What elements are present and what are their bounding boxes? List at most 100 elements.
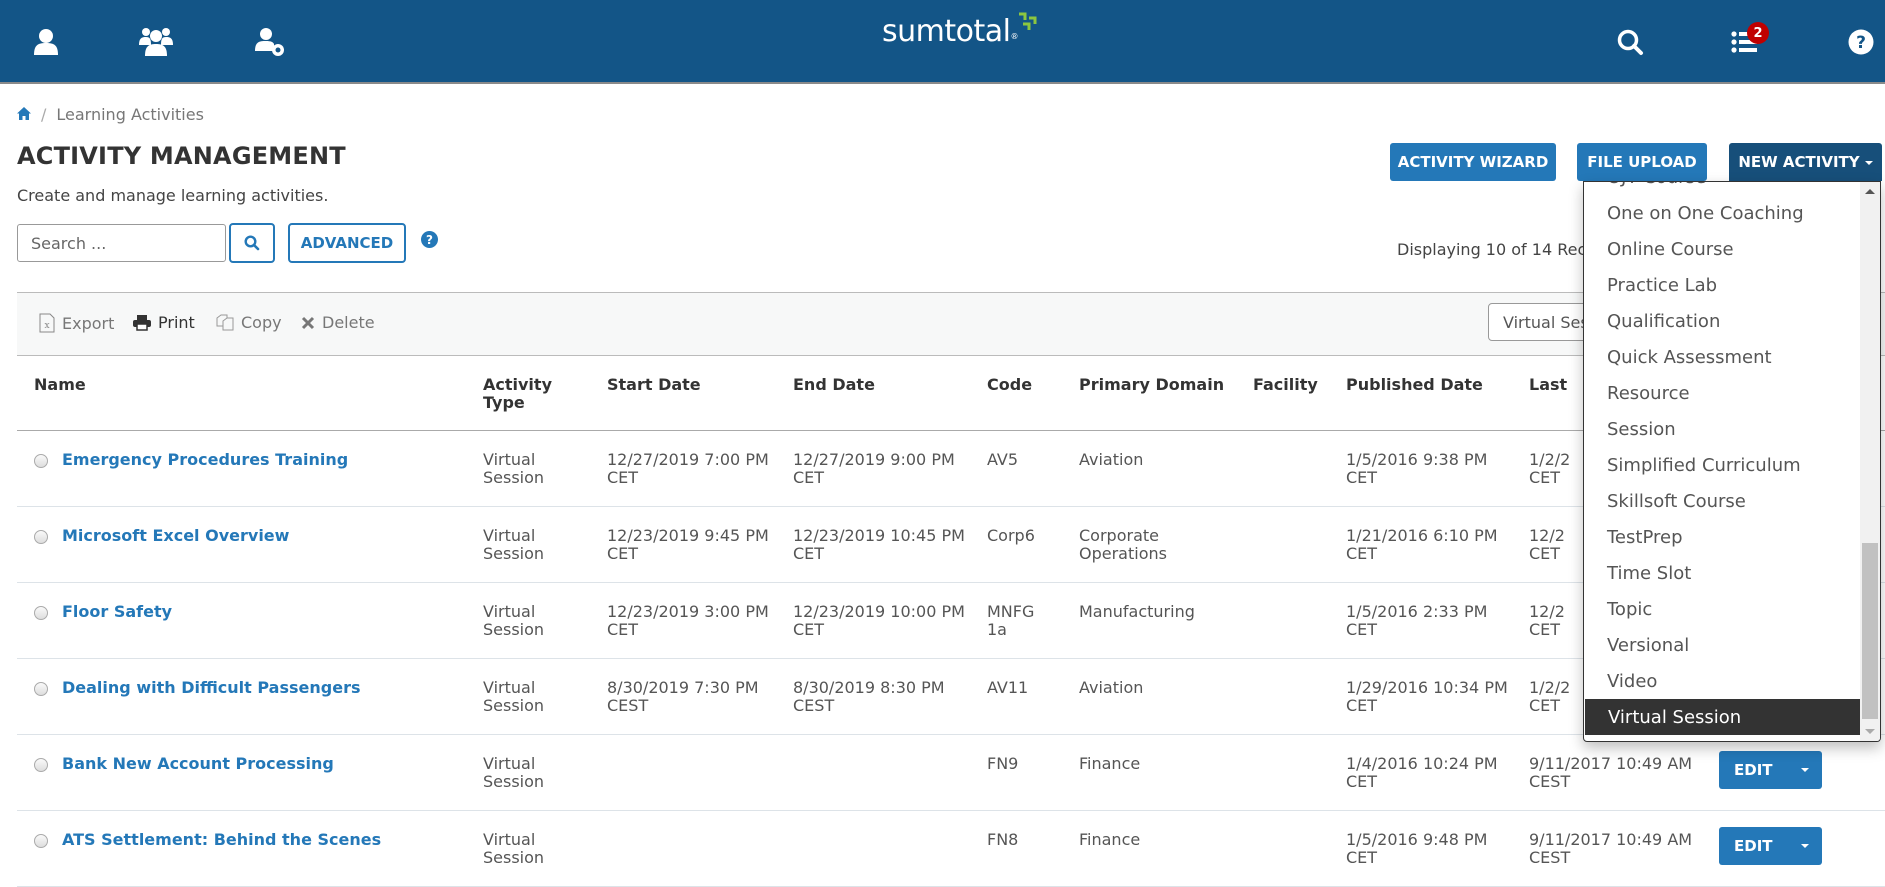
dropdown-list: OJT CourseOne on One CoachingOnline Cour… (1584, 182, 1860, 735)
activity-name-link[interactable]: Bank New Account Processing (62, 754, 334, 773)
cell-text: CET (793, 467, 825, 487)
activity-type-cell: Virtual Session (483, 430, 607, 507)
code-cell: AV11 (987, 658, 1079, 735)
column-header-name[interactable]: Name (17, 358, 483, 431)
published-date-cell: 1/21/2016 6:10 PM CET (1346, 506, 1529, 583)
scroll-up-arrow-icon[interactable] (1865, 189, 1875, 194)
cell-text: CEST (1529, 771, 1571, 791)
edit-button[interactable]: EDIT (1719, 751, 1788, 789)
cell-text: Aviation (1079, 449, 1144, 469)
edit-button[interactable]: EDIT (1719, 827, 1788, 865)
primary-domain-cell: Corporate Operations (1079, 506, 1253, 583)
dropdown-option[interactable]: Skillsoft Course (1584, 483, 1860, 519)
dropdown-scrollbar[interactable] (1860, 182, 1880, 741)
row-select-radio[interactable] (34, 833, 48, 848)
activity-wizard-button[interactable]: ACTIVITY WIZARD (1390, 143, 1556, 181)
dropdown-option[interactable]: Online Course (1584, 231, 1860, 267)
row-select-radio[interactable] (34, 605, 48, 620)
dropdown-option[interactable]: One on One Coaching (1584, 195, 1860, 231)
file-upload-button[interactable]: FILE UPLOAD (1577, 143, 1707, 181)
dropdown-option[interactable]: Versional (1584, 627, 1860, 663)
cell-text: CET (1346, 771, 1378, 791)
dropdown-option[interactable]: TestPrep (1584, 519, 1860, 555)
start-date-cell: 12/23/2019 3:00 PM CET (607, 582, 793, 659)
dropdown-option[interactable]: Practice Lab (1584, 267, 1860, 303)
activity-name-link[interactable]: Floor Safety (62, 602, 172, 621)
column-header-primary-domain[interactable]: Primary Domain (1079, 358, 1253, 431)
excel-file-icon: x (39, 313, 55, 333)
notification-badge: 2 (1747, 22, 1769, 44)
dropdown-option[interactable]: Simplified Curriculum (1584, 447, 1860, 483)
column-header-code[interactable]: Code (987, 358, 1079, 431)
table-row[interactable]: Bank New Account Processing Virtual Sessio… (17, 734, 1885, 811)
row-select-radio[interactable] (34, 757, 48, 772)
scroll-down-arrow-icon[interactable] (1865, 729, 1875, 734)
user-settings-icon[interactable] (252, 24, 288, 60)
cell-text: CET (793, 543, 825, 563)
primary-domain-cell: Aviation (1079, 658, 1253, 735)
help-icon[interactable]: ? (421, 231, 438, 248)
dropdown-option[interactable]: Topic (1584, 591, 1860, 627)
primary-domain-cell: Finance (1079, 734, 1253, 811)
cell-text: 1/5/2016 9:48 PM (1346, 829, 1488, 849)
dropdown-option[interactable]: OJT Course (1584, 182, 1860, 195)
search-icon[interactable] (1612, 24, 1648, 60)
activity-name-link[interactable]: Emergency Procedures Training (62, 450, 348, 469)
actions-cell: EDIT (1719, 734, 1885, 811)
column-header-activity-type[interactable]: Activity Type (483, 358, 607, 431)
cell-text: CEST (793, 695, 835, 715)
user-icon[interactable] (28, 24, 64, 60)
column-header-published-date[interactable]: Published Date (1346, 358, 1529, 431)
name-cell: Bank New Account Processing (17, 734, 483, 811)
scrollbar-thumb[interactable] (1862, 543, 1878, 719)
edit-menu-toggle[interactable] (1788, 751, 1822, 789)
cell-text: Finance (1079, 829, 1141, 849)
edit-menu-toggle[interactable] (1788, 827, 1822, 865)
new-activity-button[interactable]: NEW ACTIVITY (1729, 143, 1882, 181)
name-cell: Dealing with Difficult Passengers (17, 658, 483, 735)
logo-text: sumtotal (882, 14, 1011, 49)
print-button[interactable]: Print (133, 313, 195, 332)
primary-domain-cell: Manufacturing (1079, 582, 1253, 659)
search-input[interactable] (17, 224, 226, 262)
printer-icon (133, 314, 151, 331)
delete-label: Delete (322, 313, 375, 332)
help-icon[interactable]: ? (1843, 24, 1879, 60)
dropdown-option[interactable]: Time Slot (1584, 555, 1860, 591)
cell-text: 1/4/2016 10:24 PM (1346, 753, 1498, 773)
search-button[interactable] (229, 223, 275, 263)
dropdown-option[interactable]: Virtual Session (1585, 699, 1860, 735)
home-icon[interactable] (17, 105, 31, 124)
dropdown-option[interactable]: Session (1584, 411, 1860, 447)
delete-button[interactable]: Delete (301, 313, 375, 332)
activity-name-link[interactable]: Microsoft Excel Overview (62, 526, 289, 545)
copy-button[interactable]: Copy (216, 313, 282, 332)
dropdown-option[interactable]: Qualification (1584, 303, 1860, 339)
sumtotal-logo[interactable]: sumtotal® (882, 12, 1037, 54)
column-header-end-date[interactable]: End Date (793, 358, 987, 431)
dropdown-option[interactable]: Resource (1584, 375, 1860, 411)
breadcrumb: / Learning Activities (17, 105, 204, 124)
advanced-search-button[interactable]: ADVANCED (288, 223, 406, 263)
row-select-radio[interactable] (34, 453, 48, 468)
row-select-radio[interactable] (34, 681, 48, 696)
table-row[interactable]: ATS Settlement: Behind the Scenes Virtual… (17, 810, 1885, 887)
facility-cell (1253, 658, 1346, 735)
users-group-icon[interactable] (138, 24, 174, 60)
activity-name-link[interactable]: ATS Settlement: Behind the Scenes (62, 830, 381, 849)
dropdown-option[interactable]: Video (1584, 663, 1860, 699)
start-date-cell: 8/30/2019 7:30 PM CEST (607, 658, 793, 735)
row-select-radio[interactable] (34, 529, 48, 544)
dropdown-option[interactable]: Quick Assessment (1584, 339, 1860, 375)
cell-text: CET (1529, 467, 1561, 487)
end-date-cell: 12/23/2019 10:45 PM CET (793, 506, 987, 583)
cell-text: Session (483, 543, 545, 563)
cell-text: Virtual (483, 525, 536, 545)
column-header-facility[interactable]: Facility (1253, 358, 1346, 431)
column-header-start-date[interactable]: Start Date (607, 358, 793, 431)
cell-text: CET (793, 619, 825, 639)
export-button[interactable]: x Export (39, 313, 114, 333)
cell-text: CET (607, 543, 639, 563)
cell-text: MNFG (987, 601, 1035, 621)
activity-name-link[interactable]: Dealing with Difficult Passengers (62, 678, 360, 697)
